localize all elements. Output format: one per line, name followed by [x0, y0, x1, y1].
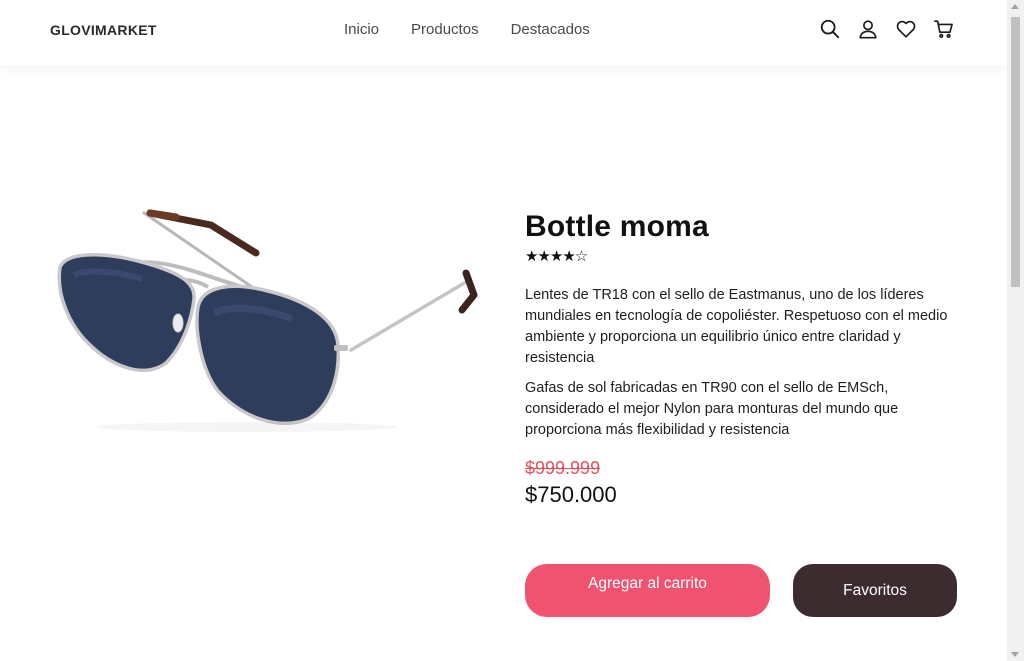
favorites-button[interactable]: Favoritos — [793, 564, 957, 617]
user-icon[interactable] — [856, 17, 880, 41]
cart-icon[interactable] — [932, 17, 956, 41]
product-description-1: Lentes de TR18 con el sello de Eastmanus… — [525, 287, 948, 366]
product-title: Bottle moma — [525, 210, 709, 243]
scroll-thumb[interactable] — [1011, 17, 1020, 287]
site-logo[interactable]: GLOVIMARKET — [50, 22, 157, 38]
old-price: $999.999 — [525, 458, 601, 478]
nav-link-productos[interactable]: Productos — [411, 21, 479, 38]
product-image — [46, 195, 486, 435]
page-scrollbar[interactable] — [1007, 0, 1024, 661]
scroll-down-arrow-icon[interactable] — [1011, 652, 1019, 657]
header-icons — [818, 17, 956, 41]
product-description-2: Gafas de sol fabricadas en TR90 con el s… — [525, 380, 899, 438]
nav-link-inicio[interactable]: Inicio — [344, 21, 379, 38]
sunglasses-image — [57, 209, 478, 432]
current-price: $750.000 — [525, 482, 617, 507]
scroll-up-arrow-icon[interactable] — [1011, 4, 1019, 9]
heart-icon[interactable] — [894, 17, 918, 41]
rating-stars: ★★★★☆ — [525, 248, 588, 265]
add-to-cart-button[interactable]: Agregar al carrito — [525, 564, 770, 617]
main-nav: Inicio Productos Destacados — [344, 21, 590, 38]
nav-link-destacados[interactable]: Destacados — [511, 21, 590, 38]
search-icon[interactable] — [818, 17, 842, 41]
site-header: GLOVIMARKET Inicio Productos Destacados — [0, 0, 1007, 66]
page: GLOVIMARKET Inicio Productos Destacados — [0, 0, 1024, 661]
product-info: Bottle moma ★★★★☆ Lentes de TR18 con el … — [525, 210, 957, 508]
